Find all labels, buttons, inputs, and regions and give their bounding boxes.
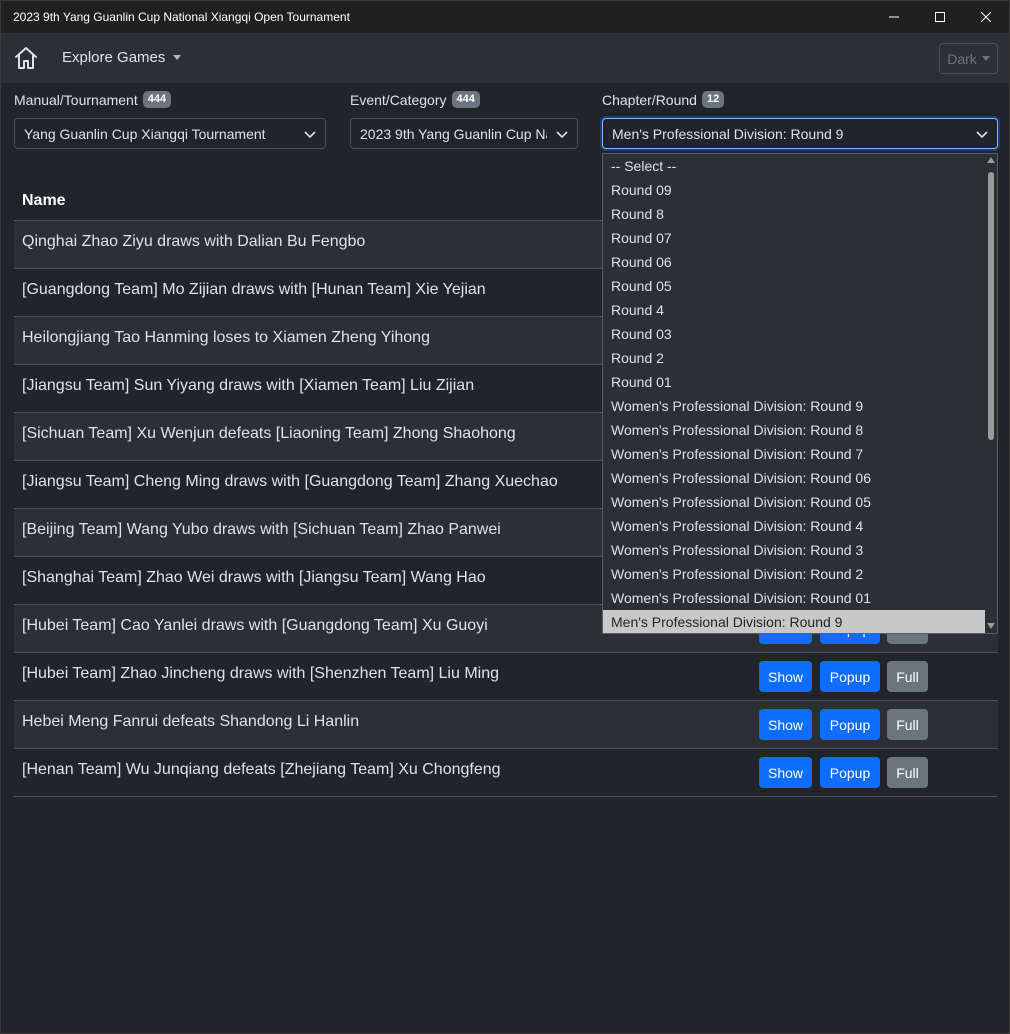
close-icon [981,12,991,22]
dropdown-option[interactable]: -- Select -- [603,154,986,178]
window-title: 2023 9th Yang Guanlin Cup National Xiang… [13,10,350,24]
chapter-count-badge: 12 [701,91,725,108]
dropdown-option[interactable]: Women's Professional Division: Round 05 [603,490,986,514]
show-button[interactable]: Show [759,709,812,740]
chapter-label: Chapter/Round 12 [602,91,725,108]
table-row: [Henan Team] Wu Junqiang defeats [Zhejia… [14,749,998,797]
event-select[interactable]: 2023 9th Yang Guanlin Cup National Xiang… [350,118,578,149]
scroll-up-icon[interactable] [987,157,995,163]
explore-games-menu[interactable]: Explore Games [62,49,182,66]
manual-count-badge: 444 [142,91,172,108]
event-select-value: 2023 9th Yang Guanlin Cup National Xiang… [360,125,547,142]
app-window: 2023 9th Yang Guanlin Cup National Xiang… [0,0,1010,1034]
dropdown-option[interactable]: Women's Professional Division: Round 9 [603,394,986,418]
dropdown-option[interactable]: Round 09 [603,178,986,202]
dropdown-option[interactable]: Women's Professional Division: Round 3 [603,538,986,562]
game-name: [Jiangsu Team] Cheng Ming draws with [Gu… [22,473,558,490]
show-button[interactable]: Show [759,661,812,692]
minimize-icon [889,16,899,18]
maximize-button[interactable] [917,1,963,33]
dropdown-option[interactable]: Round 4 [603,298,986,322]
dropdown-option[interactable]: Men's Professional Division: Round 9 [603,610,986,633]
game-name: [Hubei Team] Cao Yanlei draws with [Guan… [22,617,488,634]
full-button[interactable]: Full [887,709,928,740]
game-name: [Beijing Team] Wang Yubo draws with [Sic… [22,521,501,538]
navbar: Explore Games Dark [1,33,1009,83]
minimize-button[interactable] [871,1,917,33]
caret-down-icon [981,56,990,61]
game-name: [Guangdong Team] Mo Zijian draws with [H… [22,281,486,298]
dropdown-option[interactable]: Women's Professional Division: Round 8 [603,418,986,442]
dropdown-option[interactable]: Women's Professional Division: Round 4 [603,514,986,538]
event-label-text: Event/Category [350,91,447,108]
popup-button[interactable]: Popup [820,709,880,740]
theme-label: Dark [947,50,977,67]
full-button[interactable]: Full [887,757,928,788]
dropdown-option[interactable]: Round 06 [603,250,986,274]
dropdown-option[interactable]: Round 01 [603,370,986,394]
scroll-thumb[interactable] [988,172,994,440]
full-button[interactable]: Full [887,661,928,692]
dropdown-option[interactable]: Round 2 [603,346,986,370]
chevron-down-icon [547,119,577,148]
dropdown-option[interactable]: Women's Professional Division: Round 7 [603,442,986,466]
dropdown-option[interactable]: Women's Professional Division: Round 01 [603,586,986,610]
game-name: [Sichuan Team] Xu Wenjun defeats [Liaoni… [22,425,516,442]
chapter-label-text: Chapter/Round [602,91,697,108]
scroll-down-icon[interactable] [987,623,995,629]
event-label: Event/Category 444 [350,91,480,108]
game-name: Hebei Meng Fanrui defeats Shandong Li Ha… [22,713,360,730]
maximize-icon [935,12,945,22]
manual-select-value: Yang Guanlin Cup Xiangqi Tournament [24,125,266,142]
game-name: Qinghai Zhao Ziyu draws with Dalian Bu F… [22,233,366,250]
manual-label: Manual/Tournament 444 [14,91,172,108]
manual-select[interactable]: Yang Guanlin Cup Xiangqi Tournament [14,118,326,149]
popup-button[interactable]: Popup [820,661,880,692]
chapter-select-value: Men's Professional Division: Round 9 [612,125,844,142]
popup-button[interactable]: Popup [820,757,880,788]
event-count-badge: 444 [451,91,480,108]
dropdown-option[interactable]: Round 05 [603,274,986,298]
game-name: [Shanghai Team] Zhao Wei draws with [Jia… [22,569,486,586]
home-icon [15,47,37,69]
dropdown-option[interactable]: Women's Professional Division: Round 2 [603,562,986,586]
game-name: Heilongjiang Tao Hanming loses to Xiamen… [22,329,430,346]
game-name: [Henan Team] Wu Junqiang defeats [Zhejia… [22,761,501,778]
dropdown-option[interactable]: Round 07 [603,226,986,250]
chapter-dropdown-list: -- Select -- Round 09 Round 8 Round 07 Round… [602,153,998,634]
dropdown-option[interactable]: Round 03 [603,322,986,346]
table-row: Hebei Meng Fanrui defeats Shandong Li Ha… [14,701,998,749]
dropdown-scrollbar[interactable] [985,154,997,633]
chapter-select[interactable]: Men's Professional Division: Round 9 [602,118,998,149]
home-button[interactable] [13,45,39,71]
caret-down-icon [173,55,182,60]
game-name: [Hubei Team] Zhao Jincheng draws with [S… [22,665,500,682]
close-button[interactable] [963,1,1009,33]
table-row: [Hubei Team] Zhao Jincheng draws with [S… [14,653,998,701]
manual-label-text: Manual/Tournament [14,91,138,108]
chevron-down-icon [967,119,997,148]
chevron-down-icon [295,119,325,148]
dropdown-options: -- Select -- Round 09 Round 8 Round 07 Round… [603,154,997,633]
theme-dropdown-button[interactable]: Dark [939,43,998,74]
dropdown-option[interactable]: Round 8 [603,202,986,226]
game-name: [Jiangsu Team] Sun Yiyang draws with [Xi… [22,377,475,394]
show-button[interactable]: Show [759,757,812,788]
explore-games-label: Explore Games [62,49,166,66]
dropdown-option[interactable]: Women's Professional Division: Round 06 [603,466,986,490]
title-bar: 2023 9th Yang Guanlin Cup National Xiang… [1,1,1009,33]
